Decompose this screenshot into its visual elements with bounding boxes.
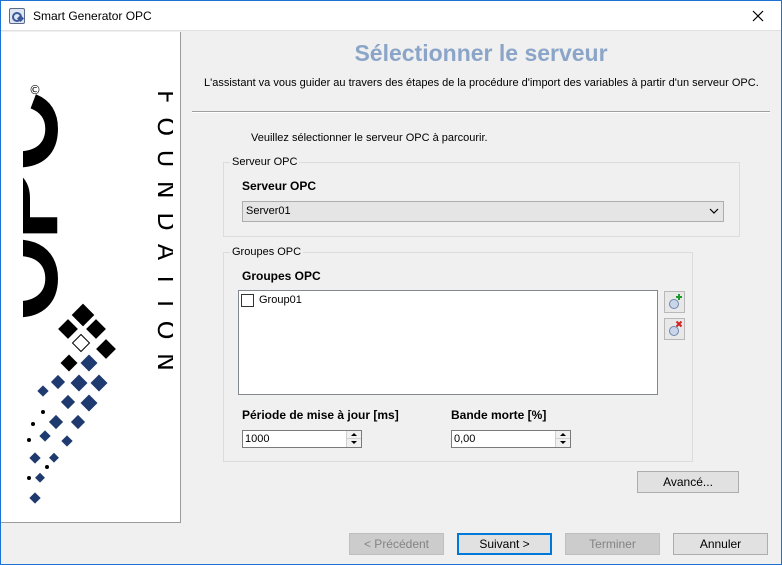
next-button[interactable]: Suivant > [457,533,552,555]
deadband-spinner [555,431,570,447]
finish-button[interactable]: Terminer [565,533,660,555]
add-group-icon [669,294,682,309]
close-icon [752,10,764,22]
deadband-label: Bande morte [%] [451,408,547,422]
logo-subtitle: FOUNDATION [152,90,173,384]
instruction-text: Veuillez sélectionner le serveur OPC à p… [251,132,488,144]
update-period-spinner [346,431,361,447]
logo-diamond-pattern [27,303,116,504]
server-group-legend: Serveur OPC [230,156,300,168]
group-item-label: Group01 [259,294,302,306]
groups-label: Groupes OPC [242,269,321,283]
close-button[interactable] [735,1,781,31]
opc-foundation-logo: FOUNDATION OPC © [23,83,173,504]
server-label: Serveur OPC [242,179,317,193]
app-icon [9,8,25,24]
groups-list[interactable]: Group01 [238,290,658,395]
group-checkbox[interactable] [241,294,254,307]
previous-button[interactable]: < Précédent [349,533,444,555]
logo-panel: FOUNDATION OPC © [1,32,181,523]
server-select[interactable]: Server01 [242,201,724,222]
title-bar: Smart Generator OPC [1,1,781,31]
window-title: Smart Generator OPC [33,9,152,23]
wizard-window: Smart Generator OPC FOUNDATION OPC © Sél… [0,0,782,565]
advanced-button[interactable]: Avancé... [637,471,739,493]
update-period-value: 1000 [245,433,270,445]
page-title: Sélectionner le serveur [354,40,608,66]
server-select-value: Server01 [246,205,291,217]
cancel-button[interactable]: Annuler [673,533,768,555]
page-description: L'assistant va vous guider au travers de… [204,77,759,89]
deadband-input[interactable]: 0,00 [451,430,571,448]
update-period-input[interactable]: 1000 [242,430,362,448]
update-period-label: Période de mise à jour [ms] [242,408,399,422]
chevron-down-icon [709,208,719,214]
spin-up-icon[interactable] [347,431,361,439]
remove-group-button[interactable] [664,318,685,340]
deadband-value: 0,00 [454,433,476,445]
logo-brand: OPC [23,94,81,322]
header-divider [192,111,770,113]
remove-group-icon [669,321,683,336]
spin-down-icon[interactable] [347,439,361,447]
spin-down-icon[interactable] [556,439,570,447]
groups-group-legend: Groupes OPC [230,246,304,258]
logo-mark: © [29,83,41,97]
add-group-button[interactable] [664,291,685,313]
spin-up-icon[interactable] [556,431,570,439]
server-groupbox: Serveur OPC [223,156,740,237]
